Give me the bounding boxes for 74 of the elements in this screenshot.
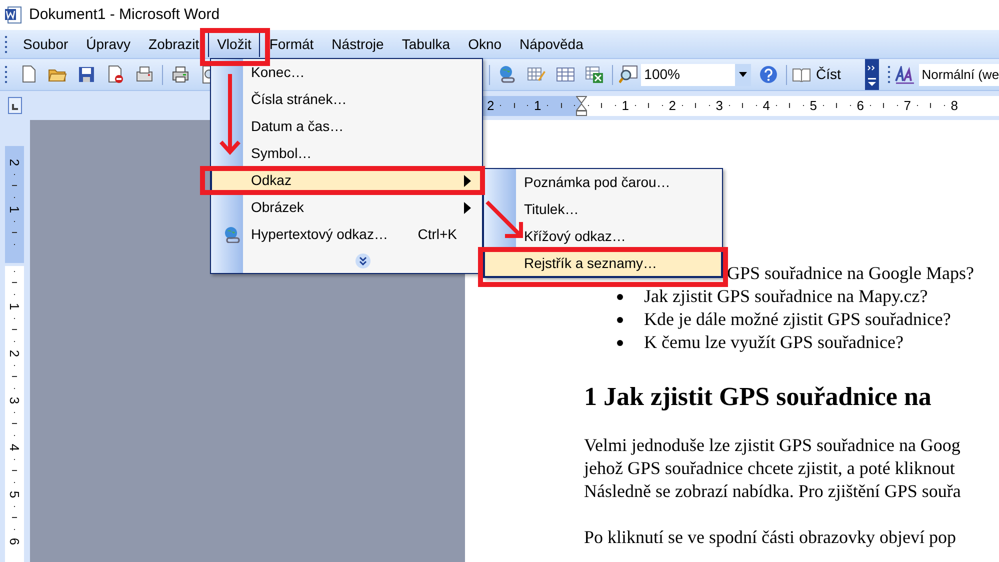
- style-dropdown[interactable]: Normální (we: [918, 64, 999, 86]
- menu-item[interactable]: Úpravy: [77, 31, 140, 57]
- ruler-number: 5: [810, 96, 817, 115]
- expand-chevron-icon[interactable]: [354, 252, 370, 268]
- window-title: Dokument1 - Microsoft Word: [29, 4, 220, 25]
- menu-item[interactable]: Poznámka pod čarou…: [484, 169, 722, 196]
- menu-item[interactable]: Symbol…: [211, 141, 482, 166]
- menu-item[interactable]: Křížový odkaz…: [484, 223, 722, 250]
- ruler-number: 2: [8, 350, 21, 358]
- ruler-number: 2: [8, 158, 21, 166]
- menu-item[interactable]: Formát: [260, 31, 323, 57]
- read-button[interactable]: Číst: [790, 64, 843, 85]
- spreadsheet-icon[interactable]: [585, 65, 604, 84]
- ruler-number: 1: [8, 302, 21, 310]
- ruler-number: 2: [487, 96, 494, 115]
- menu-item[interactable]: Nápověda: [510, 31, 592, 57]
- ruler-number: 6: [856, 96, 864, 115]
- caret-icon: [738, 72, 747, 77]
- menu-item[interactable]: Tabulka: [392, 31, 460, 57]
- fax-icon[interactable]: [134, 65, 154, 84]
- globe-link-icon: [223, 226, 240, 243]
- help-icon[interactable]: [758, 65, 778, 84]
- menu-item[interactable]: Zobrazit: [140, 31, 208, 57]
- magnifier-icon[interactable]: [619, 65, 638, 84]
- ruler-number: 5: [8, 490, 21, 498]
- ruler-number: 1: [8, 206, 21, 214]
- submenu-arrow-icon: [464, 202, 471, 214]
- ruler-number: 3: [8, 396, 21, 404]
- toolbar-overflow-icon[interactable]: [864, 58, 879, 90]
- toolbar-gripper-icon: [4, 35, 8, 53]
- ruler-number: 1: [534, 96, 542, 115]
- menu-item[interactable]: Nástroje: [322, 31, 393, 57]
- ruler-number: 8: [950, 96, 958, 115]
- menu-item[interactable]: Hypertextový odkaz… Ctrl+K: [211, 222, 482, 247]
- menu-item[interactable]: Titulek…: [484, 196, 722, 223]
- zoom-dropdown[interactable]: 100%: [641, 64, 751, 86]
- heading: 1 Jak zjistit GPS souřadnice na: [584, 382, 932, 412]
- toolbar-gripper-icon: [4, 64, 8, 84]
- ruler-number: 3: [716, 96, 723, 115]
- menu-item[interactable]: Vložit: [208, 31, 260, 57]
- menu-item[interactable]: Datum a čas…: [211, 114, 482, 139]
- table-icon[interactable]: [556, 65, 576, 84]
- bullet-text: GPS souřadnice na Google Maps?: [727, 263, 974, 283]
- menu-item[interactable]: Obrázek: [211, 195, 482, 220]
- word-document-icon: [4, 6, 22, 24]
- ruler-number: 6: [8, 538, 21, 546]
- paragraph-line: Po kliknutí se ve spodní části obrazovky objeví pop: [584, 526, 957, 549]
- submenu-arrow-icon: [464, 174, 471, 186]
- open-book-icon: [792, 67, 811, 82]
- styles-icon[interactable]: [894, 66, 915, 84]
- document-permission-icon[interactable]: [106, 65, 125, 84]
- paragraph-line: Velmi jednoduše lze zjistit GPS souřadnice na Goog: [584, 434, 962, 457]
- globe-link-icon[interactable]: [498, 65, 518, 84]
- menu-item[interactable]: Rejstřík a seznamy…: [484, 250, 722, 277]
- ruler-number: 1: [622, 96, 629, 115]
- menu-item[interactable]: Čísla stránek…: [211, 87, 482, 112]
- menu-item[interactable]: Soubor: [14, 31, 78, 57]
- toolbar-gripper-icon: [886, 64, 891, 84]
- ruler-number: 2: [668, 96, 676, 115]
- bullet-text: K čemu lze využít GPS souřadnice?: [644, 331, 904, 354]
- paragraph-line: Následně se zobrazí nabídka. Pro zjištění GPS souřa: [584, 480, 962, 503]
- tab-selector-icon[interactable]: [8, 97, 22, 114]
- bullet-text: Jak zjistit GPS souřadnice na Mapy.cz?: [644, 285, 928, 308]
- ruler-number: 7: [904, 96, 911, 115]
- paragraph-line: jehož GPS souřadnice chcete zjistit, a poté kliknout: [584, 457, 956, 480]
- bullet-text: Kde je dále možné zjistit GPS souřadnice?: [644, 308, 951, 331]
- ruler-number: 4: [8, 444, 21, 452]
- ruler-number: 4: [762, 96, 770, 115]
- menu-item[interactable]: Okno: [459, 31, 511, 57]
- indent-marker-icon[interactable]: [576, 96, 587, 116]
- menu-item[interactable]: Konec…: [211, 60, 482, 85]
- annotation-frame: [200, 28, 270, 66]
- printer-icon[interactable]: [170, 65, 190, 84]
- table-pencil-icon[interactable]: [527, 65, 546, 84]
